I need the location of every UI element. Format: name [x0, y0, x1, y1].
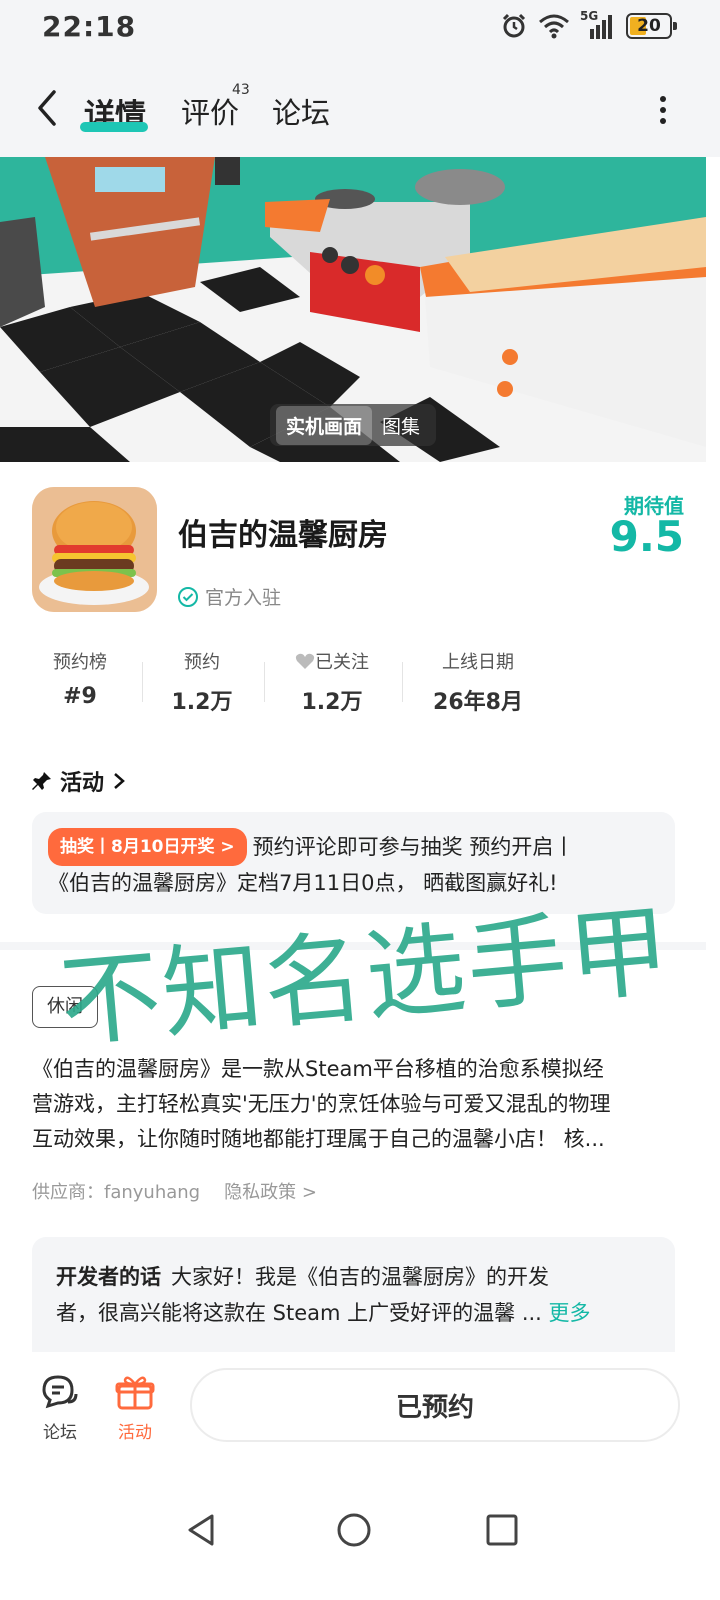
stat-reserve-rank[interactable]: 预约榜 #9 — [20, 648, 140, 709]
alarm-icon — [502, 13, 526, 38]
game-title: 伯吉的温馨厨房 — [178, 518, 388, 553]
wifi-icon — [539, 14, 569, 39]
stat-label: 上线日期 — [442, 652, 514, 673]
more-options-icon[interactable] — [658, 96, 668, 124]
activity-text-2: 《伯吉的温馨厨房》定档7月11日0点， 晒截图赢好礼! — [48, 871, 558, 895]
hero-screenshot[interactable]: 实机画面 图集 — [0, 157, 706, 462]
top-nav: 详情 评价 43 论坛 — [0, 56, 720, 157]
developer-note-card[interactable]: 开发者的话 大家好！我是《伯吉的温馨厨房》的开发 者，很高兴能将这款在 Steam… — [32, 1237, 675, 1352]
dev-note-more-link[interactable]: 更多 — [549, 1301, 591, 1325]
back-arrow-icon[interactable] — [28, 86, 68, 130]
stat-reservations: 预约 1.2万 — [142, 648, 262, 716]
game-icon — [32, 487, 157, 612]
tab-forum[interactable]: 论坛 — [272, 90, 330, 132]
description-line: 互动效果，让你随时随地都能打理属于自己的温馨小店！ 核... — [32, 1127, 605, 1151]
tab-gameplay-footage[interactable]: 实机画面 — [276, 405, 373, 445]
dev-note-text-2: 者，很高兴能将这款在 Steam 上广受好评的温馨 ... — [56, 1301, 542, 1325]
dev-line-2: 者，很高兴能将这款在 Steam 上广受好评的温馨 ... 更多 — [56, 1295, 651, 1331]
stat-value: 1.2万 — [171, 690, 233, 715]
active-tab-indicator — [80, 122, 148, 132]
official-label: 官方入驻 — [205, 587, 282, 609]
pin-icon — [32, 772, 51, 790]
hero-media-switch: 实机画面 图集 — [270, 404, 437, 446]
bottom-activity-label: 活动 — [118, 1423, 152, 1443]
activity-text-1: 预约评论即可参与抽奖 预约开启丨 — [252, 835, 575, 859]
heart-icon — [295, 653, 315, 669]
gift-icon — [115, 1376, 155, 1410]
status-icons: 5G 20 — [500, 9, 677, 40]
genre-tag[interactable]: 休闲 — [32, 986, 98, 1028]
section-divider — [0, 942, 706, 950]
supplier-row: 供应商：fanyuhang 隐私政策 > — [32, 1178, 317, 1204]
nav-home-icon[interactable] — [334, 1510, 374, 1550]
stat-label-text: 已关注 — [315, 652, 369, 673]
forum-chat-icon — [42, 1375, 78, 1409]
official-badge: 官方入驻 — [177, 583, 281, 610]
bottom-activity-button[interactable]: 活动 — [105, 1372, 165, 1443]
bottom-action-bar: 论坛 活动 已预约 — [0, 1352, 706, 1462]
tab-gallery[interactable]: 图集 — [372, 406, 430, 445]
nav-recents-icon[interactable] — [482, 1510, 522, 1550]
nav-back-icon[interactable] — [182, 1510, 222, 1550]
dev-note-title: 开发者的话 — [56, 1265, 161, 1289]
stats-row: 预约榜 #9 预约 1.2万 已关注 1.2万 上线日期 26年8月 — [20, 648, 540, 718]
bottom-forum-label: 论坛 — [43, 1423, 77, 1443]
reserved-button[interactable]: 已预约 — [190, 1368, 680, 1442]
stat-label: 已关注 — [272, 648, 392, 674]
description-line: 营游戏，主打轻松真实'无压力'的烹饪体验与可爱又混乱的物理 — [32, 1092, 611, 1116]
stat-value: #9 — [63, 684, 97, 709]
review-count-badge: 43 — [232, 82, 250, 98]
stat-followers[interactable]: 已关注 1.2万 — [272, 648, 392, 716]
stat-value: 1.2万 — [301, 690, 363, 715]
tab-review[interactable]: 评价 — [181, 90, 239, 132]
battery-icon: 20 — [626, 13, 677, 39]
lottery-tag: 抽奖丨8月10日开奖 > — [48, 828, 247, 866]
divider — [402, 662, 403, 702]
activity-line-1: 抽奖丨8月10日开奖 > 预约评论即可参与抽奖 预约开启丨 — [48, 828, 659, 866]
stat-label: 预约榜 — [53, 652, 107, 673]
activity-card[interactable]: 抽奖丨8月10日开奖 > 预约评论即可参与抽奖 预约开启丨 《伯吉的温馨厨房》定档… — [32, 812, 675, 914]
dev-line-1: 开发者的话 大家好！我是《伯吉的温馨厨房》的开发 — [56, 1259, 651, 1295]
expectation-score: 9.5 — [609, 512, 684, 561]
activity-title: 活动 — [60, 771, 105, 796]
stat-value: 26年8月 — [433, 690, 523, 715]
status-time: 22:18 — [42, 10, 137, 43]
verified-check-icon — [178, 586, 198, 607]
activity-header[interactable]: 活动 — [32, 765, 126, 797]
dev-note-text-1: 大家好！我是《伯吉的温馨厨房》的开发 — [171, 1265, 549, 1289]
battery-level: 20 — [637, 16, 661, 36]
system-nav-bar — [0, 1462, 720, 1600]
chevron-right-icon — [114, 773, 125, 789]
stat-label: 预约 — [184, 652, 220, 673]
stat-release-date: 上线日期 26年8月 — [418, 648, 538, 716]
divider — [264, 662, 265, 702]
description-line: 《伯吉的温馨厨房》是一款从Steam平台移植的治愈系模拟经 — [32, 1057, 604, 1081]
bottom-forum-button[interactable]: 论坛 — [30, 1372, 90, 1443]
supplier-text: 供应商：fanyuhang — [32, 1182, 201, 1203]
privacy-policy-link[interactable]: 隐私政策 > — [224, 1178, 317, 1204]
cellular-icon: 5G — [580, 9, 616, 39]
game-description[interactable]: 《伯吉的温馨厨房》是一款从Steam平台移植的治愈系模拟经 营游戏，主打轻松真实… — [32, 1052, 682, 1157]
status-bar: 22:18 5G 20 — [0, 0, 720, 56]
